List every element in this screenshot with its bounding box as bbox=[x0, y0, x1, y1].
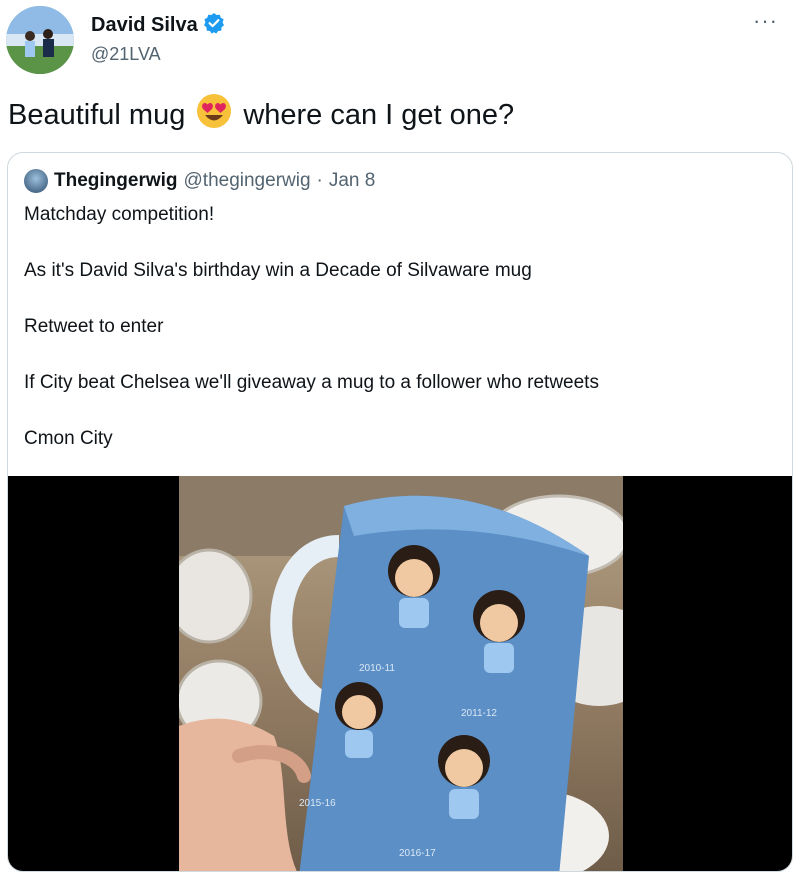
quoted-text-line: As it's David Silva's birthday win a Dec… bbox=[24, 260, 532, 281]
author-block: David Silva @21LVA bbox=[91, 12, 225, 65]
author-avatar[interactable] bbox=[6, 6, 74, 74]
heart-eyes-emoji-icon bbox=[195, 92, 233, 138]
more-options-icon[interactable]: ··· bbox=[753, 8, 778, 34]
quoted-author-name[interactable]: Thegingerwig bbox=[54, 170, 178, 192]
author-name[interactable]: David Silva bbox=[91, 14, 198, 37]
mug-year-label: 2015-16 bbox=[299, 798, 336, 809]
verified-badge-icon bbox=[203, 12, 225, 39]
tweet-text: Beautiful mug where can I get one? bbox=[8, 92, 514, 138]
quoted-text-line: Cmon City bbox=[24, 428, 113, 449]
quoted-text-line: Retweet to enter bbox=[24, 316, 164, 337]
tweet-text-start: Beautiful mug bbox=[8, 98, 186, 131]
quoted-author-handle[interactable]: @thegingerwig bbox=[184, 170, 311, 192]
quoted-tweet-date[interactable]: Jan 8 bbox=[329, 170, 375, 192]
mug-year-label: 2011-12 bbox=[461, 708, 497, 719]
quoted-author-avatar[interactable] bbox=[24, 169, 48, 193]
tweet-text-end: where can I get one? bbox=[243, 98, 515, 131]
quoted-tweet-header: Thegingerwig @thegingerwig · Jan 8 bbox=[24, 169, 375, 193]
quoted-tweet-body: Matchday competition! As it's David Silv… bbox=[24, 203, 774, 483]
mug-year-label: 2016-17 bbox=[399, 848, 436, 859]
author-handle[interactable]: @21LVA bbox=[91, 44, 225, 65]
mug-photo[interactable]: 2010-11 2011-12 2015-16 2016-17 bbox=[179, 476, 623, 871]
author-name-row: David Silva bbox=[91, 12, 225, 39]
meta-separator: · bbox=[316, 170, 323, 191]
quoted-text-line: If City beat Chelsea we'll giveaway a mu… bbox=[24, 372, 599, 393]
quoted-text-line: Matchday competition! bbox=[24, 204, 215, 225]
quoted-media[interactable]: 2010-11 2011-12 2015-16 2016-17 bbox=[8, 476, 792, 871]
mug-year-label: 2010-11 bbox=[359, 663, 395, 674]
quoted-tweet[interactable]: Thegingerwig @thegingerwig · Jan 8 Match… bbox=[7, 152, 793, 872]
